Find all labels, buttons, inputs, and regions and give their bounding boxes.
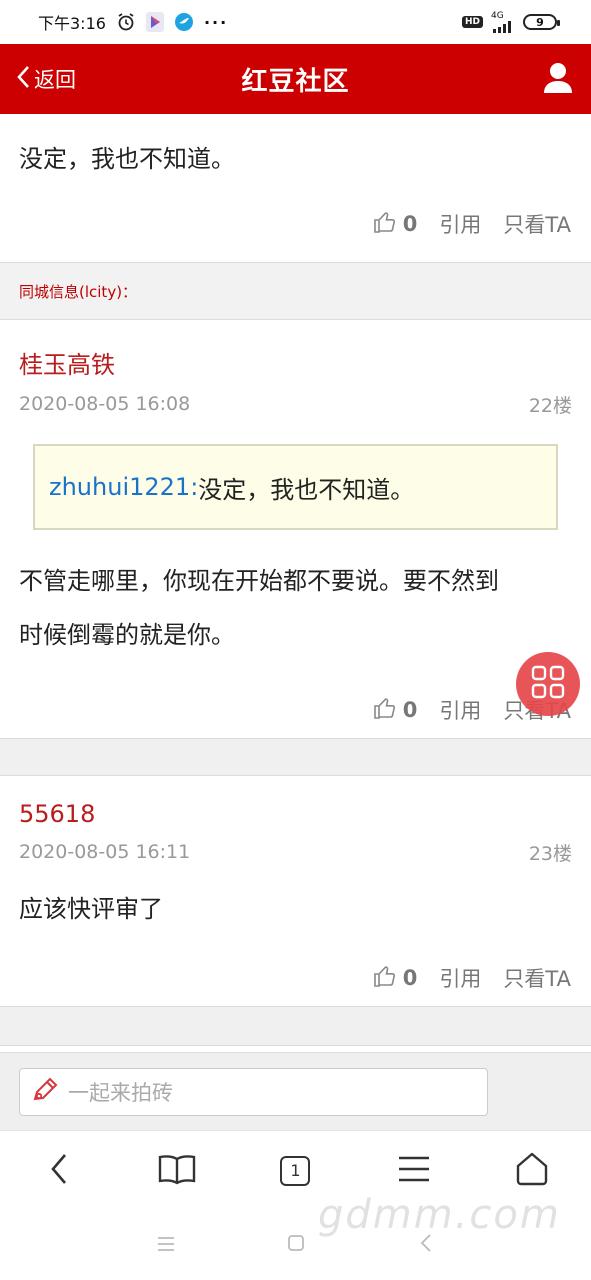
post-text: 没定，我也不知道。: [19, 145, 235, 173]
back-label: 返回: [34, 68, 76, 92]
square-icon: [287, 1235, 304, 1255]
post-item: 没定，我也不知道。 0 引用 只看TA: [0, 114, 591, 252]
tabs-button[interactable]: 1: [265, 1141, 325, 1201]
source-bar: 同城信息(lcity)：: [0, 262, 591, 320]
post-text: 应该快评审了: [19, 895, 163, 923]
grid-menu-icon: [531, 665, 565, 703]
browser-back-button[interactable]: [29, 1141, 89, 1201]
post-separator: [0, 738, 591, 776]
quote-button[interactable]: 引用: [439, 695, 481, 725]
signal-icon: 4G: [491, 11, 515, 33]
post-author[interactable]: 桂玉高铁: [0, 320, 591, 380]
thumbs-up-icon: [373, 210, 397, 239]
tabs-icon: 1: [280, 1155, 311, 1186]
home-icon: [515, 1152, 549, 1190]
post-floor: 23楼: [528, 842, 572, 865]
floating-menu-button[interactable]: [516, 652, 580, 716]
post-actions: 0 引用 只看TA: [0, 950, 591, 1006]
like-button[interactable]: 0: [373, 210, 418, 239]
thread-content: 没定，我也不知道。 0 引用 只看TA 同城信息(lcity)： 桂玉高铁 20…: [0, 114, 591, 1046]
hd-badge: HD: [461, 16, 483, 28]
thumbs-up-icon: [373, 696, 397, 725]
status-time: 下午3:16: [38, 14, 106, 33]
pencil-icon: [30, 1075, 60, 1110]
system-home-button[interactable]: [281, 1230, 311, 1260]
quote-text: 没定，我也不知道。: [198, 475, 415, 504]
bookmarks-button[interactable]: [147, 1141, 207, 1201]
post-datetime: 2020-08-05 16:08: [19, 393, 191, 415]
user-profile-button[interactable]: [543, 62, 573, 96]
post-floor: 22楼: [528, 394, 572, 417]
only-ta-button[interactable]: 只看TA: [503, 209, 571, 239]
post-text-line: 时候倒霉的就是你。: [19, 621, 235, 649]
more-status-icon: ···: [203, 12, 229, 32]
quote-button[interactable]: 引用: [439, 963, 481, 993]
post-datetime: 2020-08-05 16:11: [19, 841, 191, 863]
reply-placeholder: 一起来拍砖: [68, 1081, 173, 1105]
like-button[interactable]: 0: [373, 696, 418, 725]
watermark: gdmm.com: [318, 1192, 561, 1238]
post-actions: 0 引用 只看TA: [0, 682, 591, 738]
thumbs-up-icon: [373, 964, 397, 993]
hamburger-icon: [398, 1156, 430, 1186]
play-store-icon: [145, 12, 164, 32]
post-item: 桂玉高铁 2020-08-05 16:08 22楼 zhuhui1221: 没定…: [0, 320, 591, 738]
book-icon: [158, 1153, 196, 1189]
only-ta-button[interactable]: 只看TA: [503, 963, 571, 993]
quote-user[interactable]: zhuhui1221:: [49, 473, 198, 501]
back-button[interactable]: 返回: [16, 44, 76, 114]
recent-apps-button[interactable]: [151, 1230, 181, 1260]
user-icon: [543, 63, 573, 98]
quote-button[interactable]: 引用: [439, 209, 481, 239]
post-text-line: 不管走哪里，你现在开始都不要说。要不然到: [19, 567, 499, 595]
app-title: 红豆社区: [241, 66, 350, 97]
post-item: 55618 2020-08-05 16:11 23楼 应该快评审了 0 引用 只…: [0, 776, 591, 1006]
reply-input[interactable]: 一起来拍砖: [19, 1068, 488, 1116]
like-count: 0: [402, 698, 418, 722]
battery-icon: 9: [523, 14, 560, 30]
post-meta: 2020-08-05 16:08 22楼: [0, 380, 591, 428]
reply-bar: 一起来拍砖: [0, 1052, 591, 1130]
like-count: 0: [402, 966, 418, 990]
app-bird-icon: [174, 12, 194, 32]
post-separator: [0, 1006, 591, 1046]
chevron-left-icon: [16, 65, 30, 94]
like-button[interactable]: 0: [373, 964, 418, 993]
app-header: 返回 红豆社区: [0, 44, 591, 114]
post-author[interactable]: 55618: [0, 776, 591, 828]
alarm-icon: [116, 12, 136, 32]
post-actions: 0 引用 只看TA: [0, 196, 591, 252]
status-bar: 下午3:16 ··· HD 4G 9: [0, 0, 591, 44]
post-meta: 2020-08-05 16:11 23楼: [0, 828, 591, 876]
quote-box: zhuhui1221: 没定，我也不知道。: [33, 444, 558, 530]
chevron-left-icon: [49, 1152, 69, 1190]
like-count: 0: [402, 212, 418, 236]
tabs-count: 1: [290, 1161, 301, 1180]
recent-apps-icon: [157, 1236, 175, 1255]
